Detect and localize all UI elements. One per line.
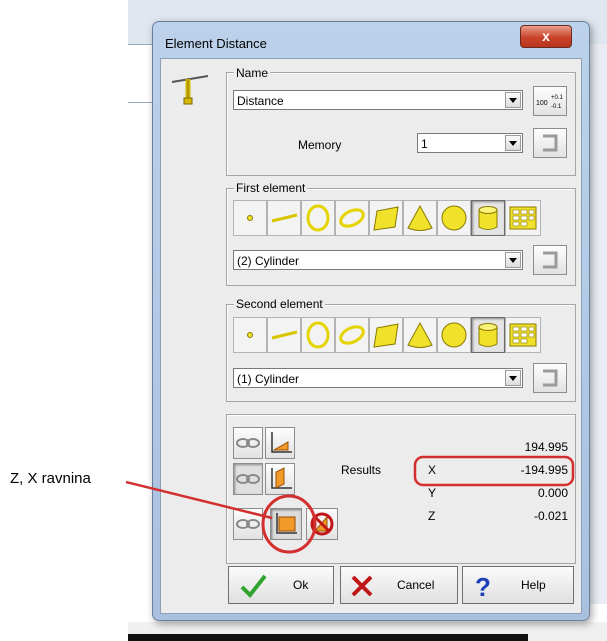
annotation-arrow-line	[125, 480, 273, 520]
annotation-overlay	[125, 455, 575, 554]
annotation-highlight-box	[413, 455, 575, 487]
annotation-circle	[261, 494, 317, 554]
